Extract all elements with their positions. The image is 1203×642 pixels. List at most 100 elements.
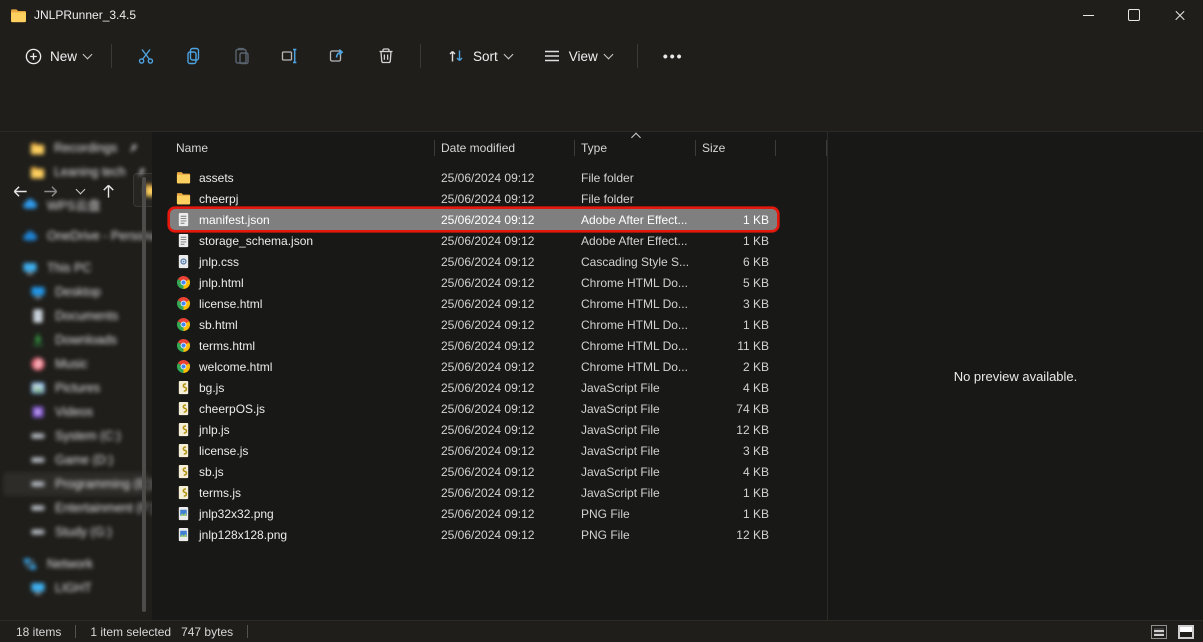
file-row-sb-html[interactable]: sb.html25/06/2024 09:12Chrome HTML Do...… — [170, 314, 777, 335]
close-icon — [1174, 9, 1186, 21]
trash-icon — [376, 46, 396, 66]
sidebar-scrollbar[interactable] — [142, 177, 146, 612]
column-header-name[interactable]: Name — [152, 132, 435, 164]
copy-icon — [184, 46, 204, 66]
item-count: 18 items — [16, 625, 61, 639]
file-name: license.html — [199, 297, 262, 311]
maximize-button[interactable] — [1111, 0, 1157, 30]
file-row-manifest-json[interactable]: manifest.json25/06/2024 09:12Adobe After… — [170, 209, 777, 230]
copy-button[interactable] — [175, 38, 213, 74]
file-row-license-js[interactable]: license.js25/06/2024 09:12JavaScript Fil… — [170, 440, 777, 461]
cut-button[interactable] — [127, 38, 165, 74]
sidebar-item-system-c[interactable]: System (C:) — [3, 424, 149, 448]
close-button[interactable] — [1157, 0, 1203, 30]
drive-icon — [30, 500, 46, 516]
file-name-cell: jnlp128x128.png — [170, 527, 435, 542]
videos-icon — [30, 404, 46, 420]
file-row-storage-schema-json[interactable]: storage_schema.json25/06/2024 09:12Adobe… — [170, 230, 777, 251]
file-row-terms-js[interactable]: terms.js25/06/2024 09:12JavaScript File1… — [170, 482, 777, 503]
file-name: cheerpj — [199, 192, 238, 206]
thumbnail-view-button[interactable] — [1175, 623, 1197, 640]
file-name: terms.html — [199, 339, 255, 353]
file-row-assets[interactable]: assets25/06/2024 09:12File folder — [170, 167, 777, 188]
sort-ascending-icon — [631, 133, 641, 143]
sidebar-item-pictures[interactable]: Pictures — [3, 376, 149, 400]
file-row-cheerpj[interactable]: cheerpj25/06/2024 09:12File folder — [170, 188, 777, 209]
share-button[interactable] — [319, 38, 357, 74]
details-view-button[interactable] — [1148, 623, 1170, 640]
sidebar-item-recordings[interactable]: Recordings — [3, 136, 149, 160]
file-date-modified: 25/06/2024 09:12 — [435, 276, 575, 290]
file-row-sb-js[interactable]: sb.js25/06/2024 09:12JavaScript File4 KB — [170, 461, 777, 482]
file-row-cheerpos-js[interactable]: cheerpOS.js25/06/2024 09:12JavaScript Fi… — [170, 398, 777, 419]
sidebar-item-onedrive-personal[interactable]: OneDrive - Personal — [3, 224, 149, 248]
pin-icon — [127, 142, 139, 154]
new-button[interactable]: New — [14, 40, 101, 73]
rename-button[interactable] — [271, 38, 309, 74]
file-row-jnlp-js[interactable]: jnlp.js25/06/2024 09:12JavaScript File12… — [170, 419, 777, 440]
file-row-welcome-html[interactable]: welcome.html25/06/2024 09:12Chrome HTML … — [170, 356, 777, 377]
more-options-button[interactable]: ••• — [654, 41, 693, 71]
view-button-label: View — [569, 49, 598, 64]
file-type: Adobe After Effect... — [575, 234, 696, 248]
file-type: Cascading Style S... — [575, 255, 696, 269]
file-date-modified: 25/06/2024 09:12 — [435, 234, 575, 248]
chevron-down-icon — [83, 50, 93, 60]
column-header-size[interactable]: Size — [696, 132, 776, 164]
sidebar-item-videos[interactable]: Videos — [3, 400, 149, 424]
column-header-date-modified[interactable]: Date modified — [435, 132, 575, 164]
sidebar-item-label: Recordings — [54, 141, 117, 155]
delete-button[interactable] — [367, 38, 405, 74]
file-row-jnlp128x128-png[interactable]: jnlp128x128.png25/06/2024 09:12PNG File1… — [170, 524, 777, 545]
status-bar: 18 items 1 item selected 747 bytes — [0, 620, 1203, 642]
sidebar-item-game-d[interactable]: Game (D:) — [3, 448, 149, 472]
sidebar-item-label: This PC — [47, 261, 91, 275]
drive-icon — [30, 428, 46, 444]
sidebar-item-entertainment-f[interactable]: Entertainment (F:) — [3, 496, 149, 520]
file-name-cell: terms.html — [170, 338, 435, 353]
selection-size: 747 bytes — [181, 625, 233, 639]
sidebar-item-documents[interactable]: Documents — [3, 304, 149, 328]
file-row-terms-html[interactable]: terms.html25/06/2024 09:12Chrome HTML Do… — [170, 335, 777, 356]
sidebar-item-programming-e[interactable]: Programming (E:) — [3, 472, 149, 496]
view-button[interactable]: View — [533, 39, 621, 73]
file-type: File folder — [575, 171, 696, 185]
sidebar-item-this-pc[interactable]: This PC — [3, 256, 149, 280]
sidebar-item-wps[interactable]: WPS云盘 — [3, 192, 149, 216]
sidebar-item-leaning-tech[interactable]: Leaning tech — [3, 160, 149, 184]
file-row-bg-js[interactable]: bg.js25/06/2024 09:12JavaScript File4 KB — [170, 377, 777, 398]
navigation-pane: Recordings Leaning tech WPS云盘 OneDrive - Pe… — [0, 132, 152, 620]
file-type: JavaScript File — [575, 465, 696, 479]
selection-count: 1 item selected — [90, 625, 171, 639]
sidebar-item-label: Leaning tech — [54, 165, 126, 179]
sort-button[interactable]: Sort — [437, 39, 521, 73]
sidebar-item-light[interactable]: LIGHT — [3, 576, 149, 600]
column-header-type[interactable]: Type — [575, 132, 696, 164]
sort-button-label: Sort — [473, 49, 498, 64]
file-size: 4 KB — [696, 465, 777, 479]
sidebar-item-desktop[interactable]: Desktop — [3, 280, 149, 304]
file-row-jnlp32x32-png[interactable]: jnlp32x32.png25/06/2024 09:12PNG File1 K… — [170, 503, 777, 524]
sidebar-item-study-g[interactable]: Study (G:) — [3, 520, 149, 544]
file-date-modified: 25/06/2024 09:12 — [435, 486, 575, 500]
sidebar-item-label: Documents — [55, 309, 118, 323]
folder-icon — [176, 170, 191, 185]
file-row-jnlp-html[interactable]: jnlp.html25/06/2024 09:12Chrome HTML Do.… — [170, 272, 777, 293]
sidebar-item-network[interactable]: Network — [3, 552, 149, 576]
file-row-license-html[interactable]: license.html25/06/2024 09:12Chrome HTML … — [170, 293, 777, 314]
pc-icon — [30, 580, 46, 596]
file-date-modified: 25/06/2024 09:12 — [435, 528, 575, 542]
file-type: JavaScript File — [575, 381, 696, 395]
file-date-modified: 25/06/2024 09:12 — [435, 318, 575, 332]
file-name-cell: sb.js — [170, 464, 435, 479]
file-name: jnlp.js — [199, 423, 230, 437]
cloud-icon — [22, 196, 38, 212]
sidebar-item-downloads[interactable]: Downloads — [3, 328, 149, 352]
minimize-button[interactable] — [1065, 0, 1111, 30]
sidebar-item-music[interactable]: Music — [3, 352, 149, 376]
new-button-label: New — [50, 49, 77, 64]
file-row-jnlp-css[interactable]: jnlp.css25/06/2024 09:12Cascading Style … — [170, 251, 777, 272]
paste-button[interactable] — [223, 38, 261, 74]
sidebar-item-label: Downloads — [55, 333, 117, 347]
file-size: 2 KB — [696, 360, 777, 374]
